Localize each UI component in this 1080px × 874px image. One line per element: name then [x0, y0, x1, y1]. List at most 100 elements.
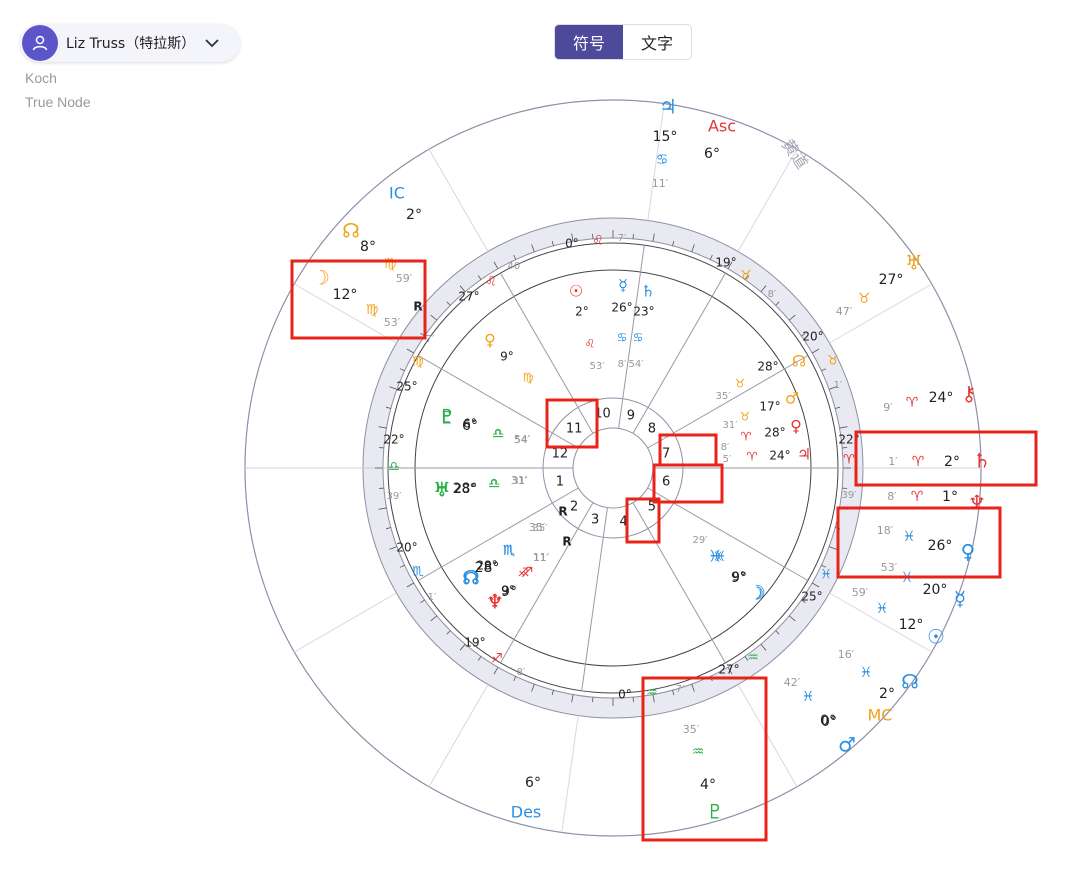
cusp-sign: ♉: [827, 354, 839, 369]
inner-planet-sign: ♈: [747, 450, 758, 464]
cusp-minute: 8′: [768, 289, 777, 300]
planet-minute: 1′: [888, 455, 898, 468]
planet-sign: ♓: [903, 529, 916, 545]
planet-sign: ♈: [912, 454, 925, 470]
inner-planet-sign: ♋: [617, 331, 628, 345]
planet-degree: 8°: [360, 239, 376, 255]
inner-planet-minute: 54′: [515, 435, 531, 446]
cusp-sign: ♌: [592, 234, 604, 249]
inner-planet-degree: 23°: [633, 305, 654, 319]
inner-planet-minute: 54′: [629, 359, 645, 370]
planet-minute: 47′: [836, 305, 853, 318]
cusp-minute: 40′: [508, 261, 524, 272]
inner-planet-sign: ♎: [493, 427, 504, 441]
cusp-minute: 7′: [676, 684, 685, 695]
inner-planet-glyph: ☉: [569, 282, 583, 301]
inner-planet-minute: 29′: [693, 535, 709, 546]
angle-degree-des: 6°: [525, 775, 541, 791]
house-number-11: 11: [566, 422, 583, 437]
cusp-degree: 27°: [718, 663, 739, 677]
planet-degree: 2°: [944, 454, 960, 470]
retrograde-marker: R: [558, 505, 567, 519]
angle-degree-asc: 6°: [704, 146, 720, 162]
cusp-sign: ♒: [747, 651, 759, 666]
inner-planet-degree: 28°: [476, 559, 497, 573]
angle-degree-ic: 2°: [406, 207, 422, 223]
planet-sign: ♋: [656, 152, 669, 168]
inner-planet-sign: ♍: [523, 371, 534, 385]
planet-glyph: ♂: [838, 733, 856, 757]
cusp-sign: ♈: [843, 453, 855, 468]
cusp-sign: ♍: [412, 355, 424, 370]
planet-sign: ♈: [911, 489, 924, 505]
planet-glyph: ♄: [973, 449, 991, 473]
planet-degree: 24°: [929, 390, 954, 406]
inner-planet-glyph: ♀: [790, 417, 802, 436]
planet-minute: 53′: [384, 316, 401, 329]
cusp-sign: ♓: [820, 568, 832, 583]
outer-division-line: [561, 715, 579, 833]
planet-minute: 59′: [852, 586, 869, 599]
inner-planet-sign: ♉: [735, 377, 746, 391]
retrograde-marker: R: [413, 300, 422, 314]
inner-planet-minute: 31′: [513, 476, 529, 487]
inner-planet-degree: 2°: [575, 305, 589, 319]
house-number-7: 7: [662, 446, 670, 461]
planet-sign: ♓: [802, 689, 815, 705]
house-number-3: 3: [591, 513, 599, 528]
inner-planet-minute: 31′: [723, 420, 739, 431]
inner-planet-minute: 8′: [721, 442, 730, 453]
planet-degree: 26°: [928, 538, 953, 554]
cusp-minute: 7′: [426, 334, 435, 345]
angle-label-mc: MC: [868, 706, 893, 725]
cusp-sign: ♎: [388, 460, 400, 475]
planet-degree: 15°: [653, 129, 678, 145]
planet-minute: 16′: [838, 648, 855, 661]
planet-degree: 12°: [899, 617, 924, 633]
inner-planet-degree: 9°: [732, 570, 746, 584]
planet-glyph: ☊: [901, 670, 919, 694]
planet-minute: 9′: [883, 401, 893, 414]
inner-planet-glyph: ♅: [435, 481, 449, 500]
planet-degree: 0°: [821, 714, 837, 730]
inner-planet-glyph: ♄: [641, 282, 655, 301]
outer-division-line: [428, 149, 489, 252]
outer-division-line: [294, 592, 397, 653]
inner-planet-minute: 53′: [590, 361, 606, 372]
planet-degree: 20°: [923, 582, 948, 598]
cusp-sign: ♉: [740, 269, 752, 284]
planet-minute: 11′: [652, 177, 669, 190]
planet-sign: ♓: [876, 601, 889, 617]
inner-planet-glyph: ♓: [708, 547, 722, 566]
house-number-12: 12: [552, 446, 569, 461]
inner-planet-degree: 9°: [500, 350, 514, 364]
cusp-degree: 22°: [383, 433, 404, 447]
planet-glyph: ♀: [961, 540, 976, 564]
inner-planet-glyph: ♃: [797, 445, 811, 464]
cusp-degree: 0°: [565, 237, 579, 251]
cusp-degree: 19°: [715, 256, 736, 270]
inner-planet-sign: ♏: [504, 543, 515, 557]
inner-planet-glyph: ♂: [785, 389, 799, 408]
planet-minute: 42′: [784, 676, 801, 689]
planet-sign: ♍: [384, 256, 397, 272]
planet-sign: ♈: [906, 395, 919, 411]
planet-degree: 2°: [879, 686, 895, 702]
planet-glyph: ⚷: [962, 382, 977, 406]
house-number-1: 1: [556, 475, 564, 490]
inner-planet-sign: ♉: [740, 410, 751, 424]
angle-label-des: Des: [511, 803, 542, 822]
inner-planet-degree: 28°: [454, 482, 475, 496]
house-number-6: 6: [662, 475, 670, 490]
planet-glyph: ☽: [312, 266, 330, 290]
cusp-sign: ♌: [485, 275, 497, 290]
planet-glyph: ♅: [905, 251, 923, 275]
house-number-8: 8: [648, 422, 656, 437]
inner-planet-degree: 28°: [764, 426, 785, 440]
planet-sign: ♉: [858, 291, 871, 307]
inner-planet-glyph: ♀: [484, 331, 496, 350]
inner-planet-sign: ♌: [585, 337, 596, 351]
inner-planet-minute: 8′: [618, 359, 627, 370]
outer-division-line: [737, 149, 798, 252]
planet-degree: 27°: [879, 272, 904, 288]
